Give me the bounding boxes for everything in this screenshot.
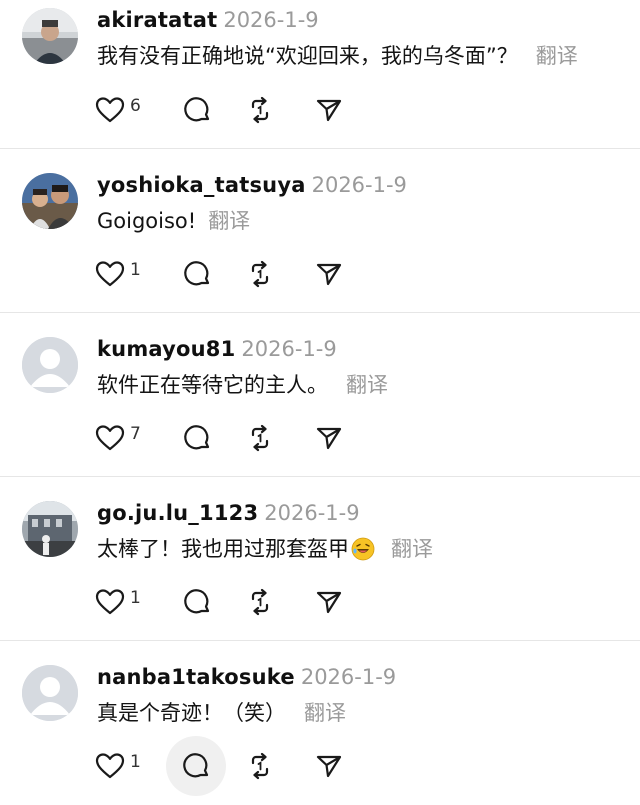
comment-meta: nanba1takosuke 2026-1-9 [97,662,396,692]
comment-text: Goigoiso! 翻译 [97,206,250,236]
avatar[interactable] [22,337,78,393]
comment-text: 我有没有正确地说“欢迎回来，我的乌冬面”？ 翻译 [97,41,578,71]
comment-item: nanba1takosuke 2026-1-9 真是个奇迹！（笑） 翻译 1 [0,641,640,805]
comment-date: 2026-1-9 [311,173,407,197]
comment-item: akiratatat 2026-1-9 我有没有正确地说“欢迎回来，我的乌冬面”？… [0,0,640,149]
translate-link[interactable]: 翻译 [346,373,388,397]
comment-date: 2026-1-9 [264,501,360,525]
action-bar: 1 [94,254,394,294]
username[interactable]: kumayou81 [97,337,235,361]
username[interactable]: yoshioka_tatsuya [97,173,306,197]
speech-bubble-icon [184,261,210,286]
comment-date: 2026-1-9 [223,8,319,32]
action-bar: 1 [94,582,394,622]
share-button[interactable] [314,254,344,294]
username[interactable]: nanba1takosuke [97,665,295,689]
translate-link[interactable]: 翻译 [536,44,578,68]
speech-bubble-icon [183,753,209,778]
like-count: 1 [130,752,141,772]
reply-button[interactable] [176,418,218,458]
comment-text: 真是个奇迹！（笑） 翻译 [97,698,346,728]
share-button[interactable] [314,90,344,130]
speech-bubble-icon [184,425,210,450]
comment-body: 太棒了！我也用过那套盔甲 [97,537,349,561]
like-button[interactable]: 7 [94,418,141,458]
rolling-laughing-emoji-icon [351,537,375,561]
like-button[interactable]: 1 [94,746,141,786]
comment-body: 我有没有正确地说“欢迎回来，我的乌冬面”？ [97,44,518,68]
like-button[interactable]: 1 [94,254,141,294]
reply-button[interactable] [176,90,218,130]
heart-icon [95,753,125,779]
repost-icon [251,752,269,780]
share-button[interactable] [314,418,344,458]
repost-icon [251,260,269,288]
comment-text: 软件正在等待它的主人。 翻译 [97,370,388,400]
username[interactable]: go.ju.lu_1123 [97,501,258,525]
speech-bubble-icon [184,97,210,122]
repost-button[interactable] [244,746,276,786]
avatar-photo-icon [22,173,78,229]
heart-icon [95,97,125,123]
comment-text: 太棒了！我也用过那套盔甲 翻译 [97,534,433,564]
heart-icon [95,589,125,615]
comment-item: yoshioka_tatsuya 2026-1-9 Goigoiso! 翻译 1 [0,149,640,313]
repost-button[interactable] [244,582,276,622]
speech-bubble-icon [184,589,210,614]
heart-icon [95,261,125,287]
translate-link[interactable]: 翻译 [391,537,433,561]
comment-date: 2026-1-9 [300,665,397,689]
repost-button[interactable] [244,418,276,458]
paper-plane-icon [316,427,342,450]
like-count: 6 [130,96,141,116]
heart-icon [95,425,125,451]
share-button[interactable] [314,746,344,786]
share-button[interactable] [314,582,344,622]
comment-body: 软件正在等待它的主人。 [97,373,328,397]
comment-body: 真是个奇迹！（笑） [97,701,286,725]
comment-feed: akiratatat 2026-1-9 我有没有正确地说“欢迎回来，我的乌冬面”？… [0,0,640,805]
repost-button[interactable] [244,90,276,130]
action-bar: 1 [94,736,394,796]
default-user-icon [22,337,78,393]
comment-meta: go.ju.lu_1123 2026-1-9 [97,498,360,528]
default-user-icon [22,665,78,721]
reply-button[interactable] [176,582,218,622]
repost-button[interactable] [244,254,276,294]
paper-plane-icon [316,99,342,122]
like-count: 1 [130,260,141,280]
paper-plane-icon [316,755,342,778]
paper-plane-icon [316,591,342,614]
avatar-photo-icon [22,501,78,557]
avatar[interactable] [22,8,78,64]
paper-plane-icon [316,263,342,286]
comment-date: 2026-1-9 [241,337,337,361]
avatar-photo-icon [22,8,78,64]
action-bar: 6 [94,90,394,130]
avatar[interactable] [22,501,78,557]
repost-icon [251,588,269,616]
like-button[interactable]: 6 [94,90,141,130]
like-count: 7 [130,424,141,444]
comment-meta: kumayou81 2026-1-9 [97,334,337,364]
reply-button[interactable] [176,254,218,294]
reply-button[interactable] [166,736,226,796]
comment-meta: yoshioka_tatsuya 2026-1-9 [97,170,407,200]
comment-body: Goigoiso! [97,209,197,233]
comment-item: kumayou81 2026-1-9 软件正在等待它的主人。 翻译 7 [0,313,640,477]
like-count: 1 [130,588,141,608]
action-bar: 7 [94,418,394,458]
avatar[interactable] [22,173,78,229]
repost-icon [251,96,269,124]
translate-link[interactable]: 翻译 [304,701,346,725]
like-button[interactable]: 1 [94,582,141,622]
translate-link[interactable]: 翻译 [208,209,250,233]
avatar[interactable] [22,665,78,721]
comment-item: go.ju.lu_1123 2026-1-9 太棒了！我也用过那套盔甲 翻译 1 [0,477,640,641]
comment-meta: akiratatat 2026-1-9 [97,5,319,35]
repost-icon [251,424,269,452]
username[interactable]: akiratatat [97,8,217,32]
